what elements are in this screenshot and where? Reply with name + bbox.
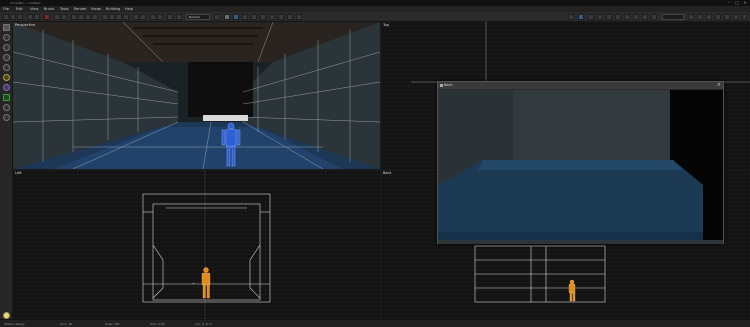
light-bulb-icon[interactable] [3,312,10,319]
rotate-icon[interactable] [3,54,10,61]
select-icon[interactable] [3,24,10,31]
vertex-icon[interactable] [3,84,10,91]
menu-views[interactable]: Views [91,7,101,11]
status-snap: Snap: ON [105,322,120,326]
new-icon[interactable] [3,14,9,20]
terrain-icon[interactable] [3,94,10,101]
mode-toolbar [0,22,13,319]
status-grid: Grid: 16 [60,322,73,326]
brush-icon[interactable] [3,74,10,81]
wireframe-icon[interactable] [150,14,156,20]
window-icon [440,84,443,87]
split-view-icon[interactable] [597,14,603,20]
show-lights-icon[interactable] [633,14,639,20]
viewport-label: Left [15,171,22,175]
floating-window-scene [438,90,723,244]
move-icon[interactable] [3,44,10,51]
build-geometry-icon[interactable] [102,14,108,20]
left-grid: + [13,170,380,319]
view-brush-icon[interactable] [296,14,302,20]
view-lit-icon[interactable] [260,14,266,20]
layout-icon[interactable] [578,14,584,20]
viewport-label: Perspective [15,23,36,27]
view-persp-icon[interactable] [214,14,220,20]
status-bar: Status: Ready Grid: 16 Snap: ON Dist: 0.… [0,319,750,327]
menu-file[interactable]: File [3,7,9,11]
sound-browser-icon[interactable] [92,14,98,20]
show-fog-icon[interactable] [651,14,657,20]
floating-window-title: Back [444,83,453,87]
menu-tools[interactable]: Tools [60,7,69,11]
viewport-perspective[interactable]: Perspective [13,22,380,169]
menu-brush[interactable]: Brush [44,7,54,11]
lock-icon[interactable] [688,14,694,20]
light-icon[interactable] [706,14,712,20]
menu-building[interactable]: Building [106,7,120,11]
menu-view[interactable]: View [30,7,38,11]
window-title: UnrealEd — Untitled [10,1,41,5]
pivot-icon[interactable] [176,14,182,20]
geometry-icon[interactable] [3,114,10,121]
help-icon[interactable] [733,14,739,20]
view-front-icon[interactable] [233,14,239,20]
view-poly-icon[interactable] [287,14,293,20]
show-paths-icon[interactable] [615,14,621,20]
minimize-icon[interactable]: – [726,1,732,5]
floating-window-titlebar[interactable]: Back × [438,82,723,89]
build-all-icon[interactable] [123,14,129,20]
status-distance: Dist: 0.00 [150,322,165,326]
actor-browser-icon[interactable] [71,14,77,20]
undo-icon[interactable] [27,14,33,20]
viewport-label: Top [383,23,389,27]
build-paths-icon[interactable] [116,14,122,20]
open-icon[interactable] [10,14,16,20]
save-icon[interactable] [17,14,23,20]
scale-icon[interactable] [3,64,10,71]
status-location: Loc: 0, 0, 0 [195,322,212,326]
settings-icon[interactable] [724,14,730,20]
show-actors-icon[interactable] [606,14,612,20]
play-icon[interactable] [44,14,50,20]
menu-render[interactable]: Render [74,7,86,11]
perspective-scene [13,22,380,169]
mesh-browser-icon[interactable] [85,14,91,20]
view-top-icon[interactable] [224,14,230,20]
realtime-icon[interactable] [568,14,574,20]
overflow-icon[interactable] [742,14,747,20]
show-volumes-icon[interactable] [624,14,630,20]
build-lighting-icon[interactable] [109,14,115,20]
redo-icon[interactable] [34,14,40,20]
camera-icon[interactable] [3,34,10,41]
view-side-icon[interactable] [242,14,248,20]
viewport-label: Back [383,171,392,175]
grid-icon[interactable] [140,14,146,20]
fog-icon[interactable] [715,14,721,20]
close-icon[interactable]: × [742,1,748,5]
main-toolbar: Normal [0,12,750,22]
maximize-view-icon[interactable] [588,14,594,20]
paint-icon[interactable] [3,104,10,111]
view-dynamic-icon[interactable] [269,14,275,20]
floating-viewport-window[interactable]: Back × [437,81,724,244]
camera-mode-icon[interactable] [167,14,173,20]
show-sounds-icon[interactable] [642,14,648,20]
camera-speed-field[interactable] [662,14,684,20]
grid-size-select[interactable]: Normal [186,14,210,20]
view-zone-icon[interactable] [278,14,284,20]
find-icon[interactable] [54,14,60,20]
camera-icon[interactable] [697,14,703,20]
zone-icon[interactable] [157,14,163,20]
snap-icon[interactable] [133,14,139,20]
viewport-left[interactable]: Left + [13,170,380,319]
menu-edit[interactable]: Edit [16,7,23,11]
properties-icon[interactable] [61,14,67,20]
texture-browser-icon[interactable] [78,14,84,20]
close-icon[interactable]: × [717,82,721,89]
menu-help[interactable]: Help [125,7,133,11]
view-textured-icon[interactable] [251,14,257,20]
maximize-icon[interactable]: □ [734,1,740,5]
status-text: Status: Ready [4,322,25,326]
